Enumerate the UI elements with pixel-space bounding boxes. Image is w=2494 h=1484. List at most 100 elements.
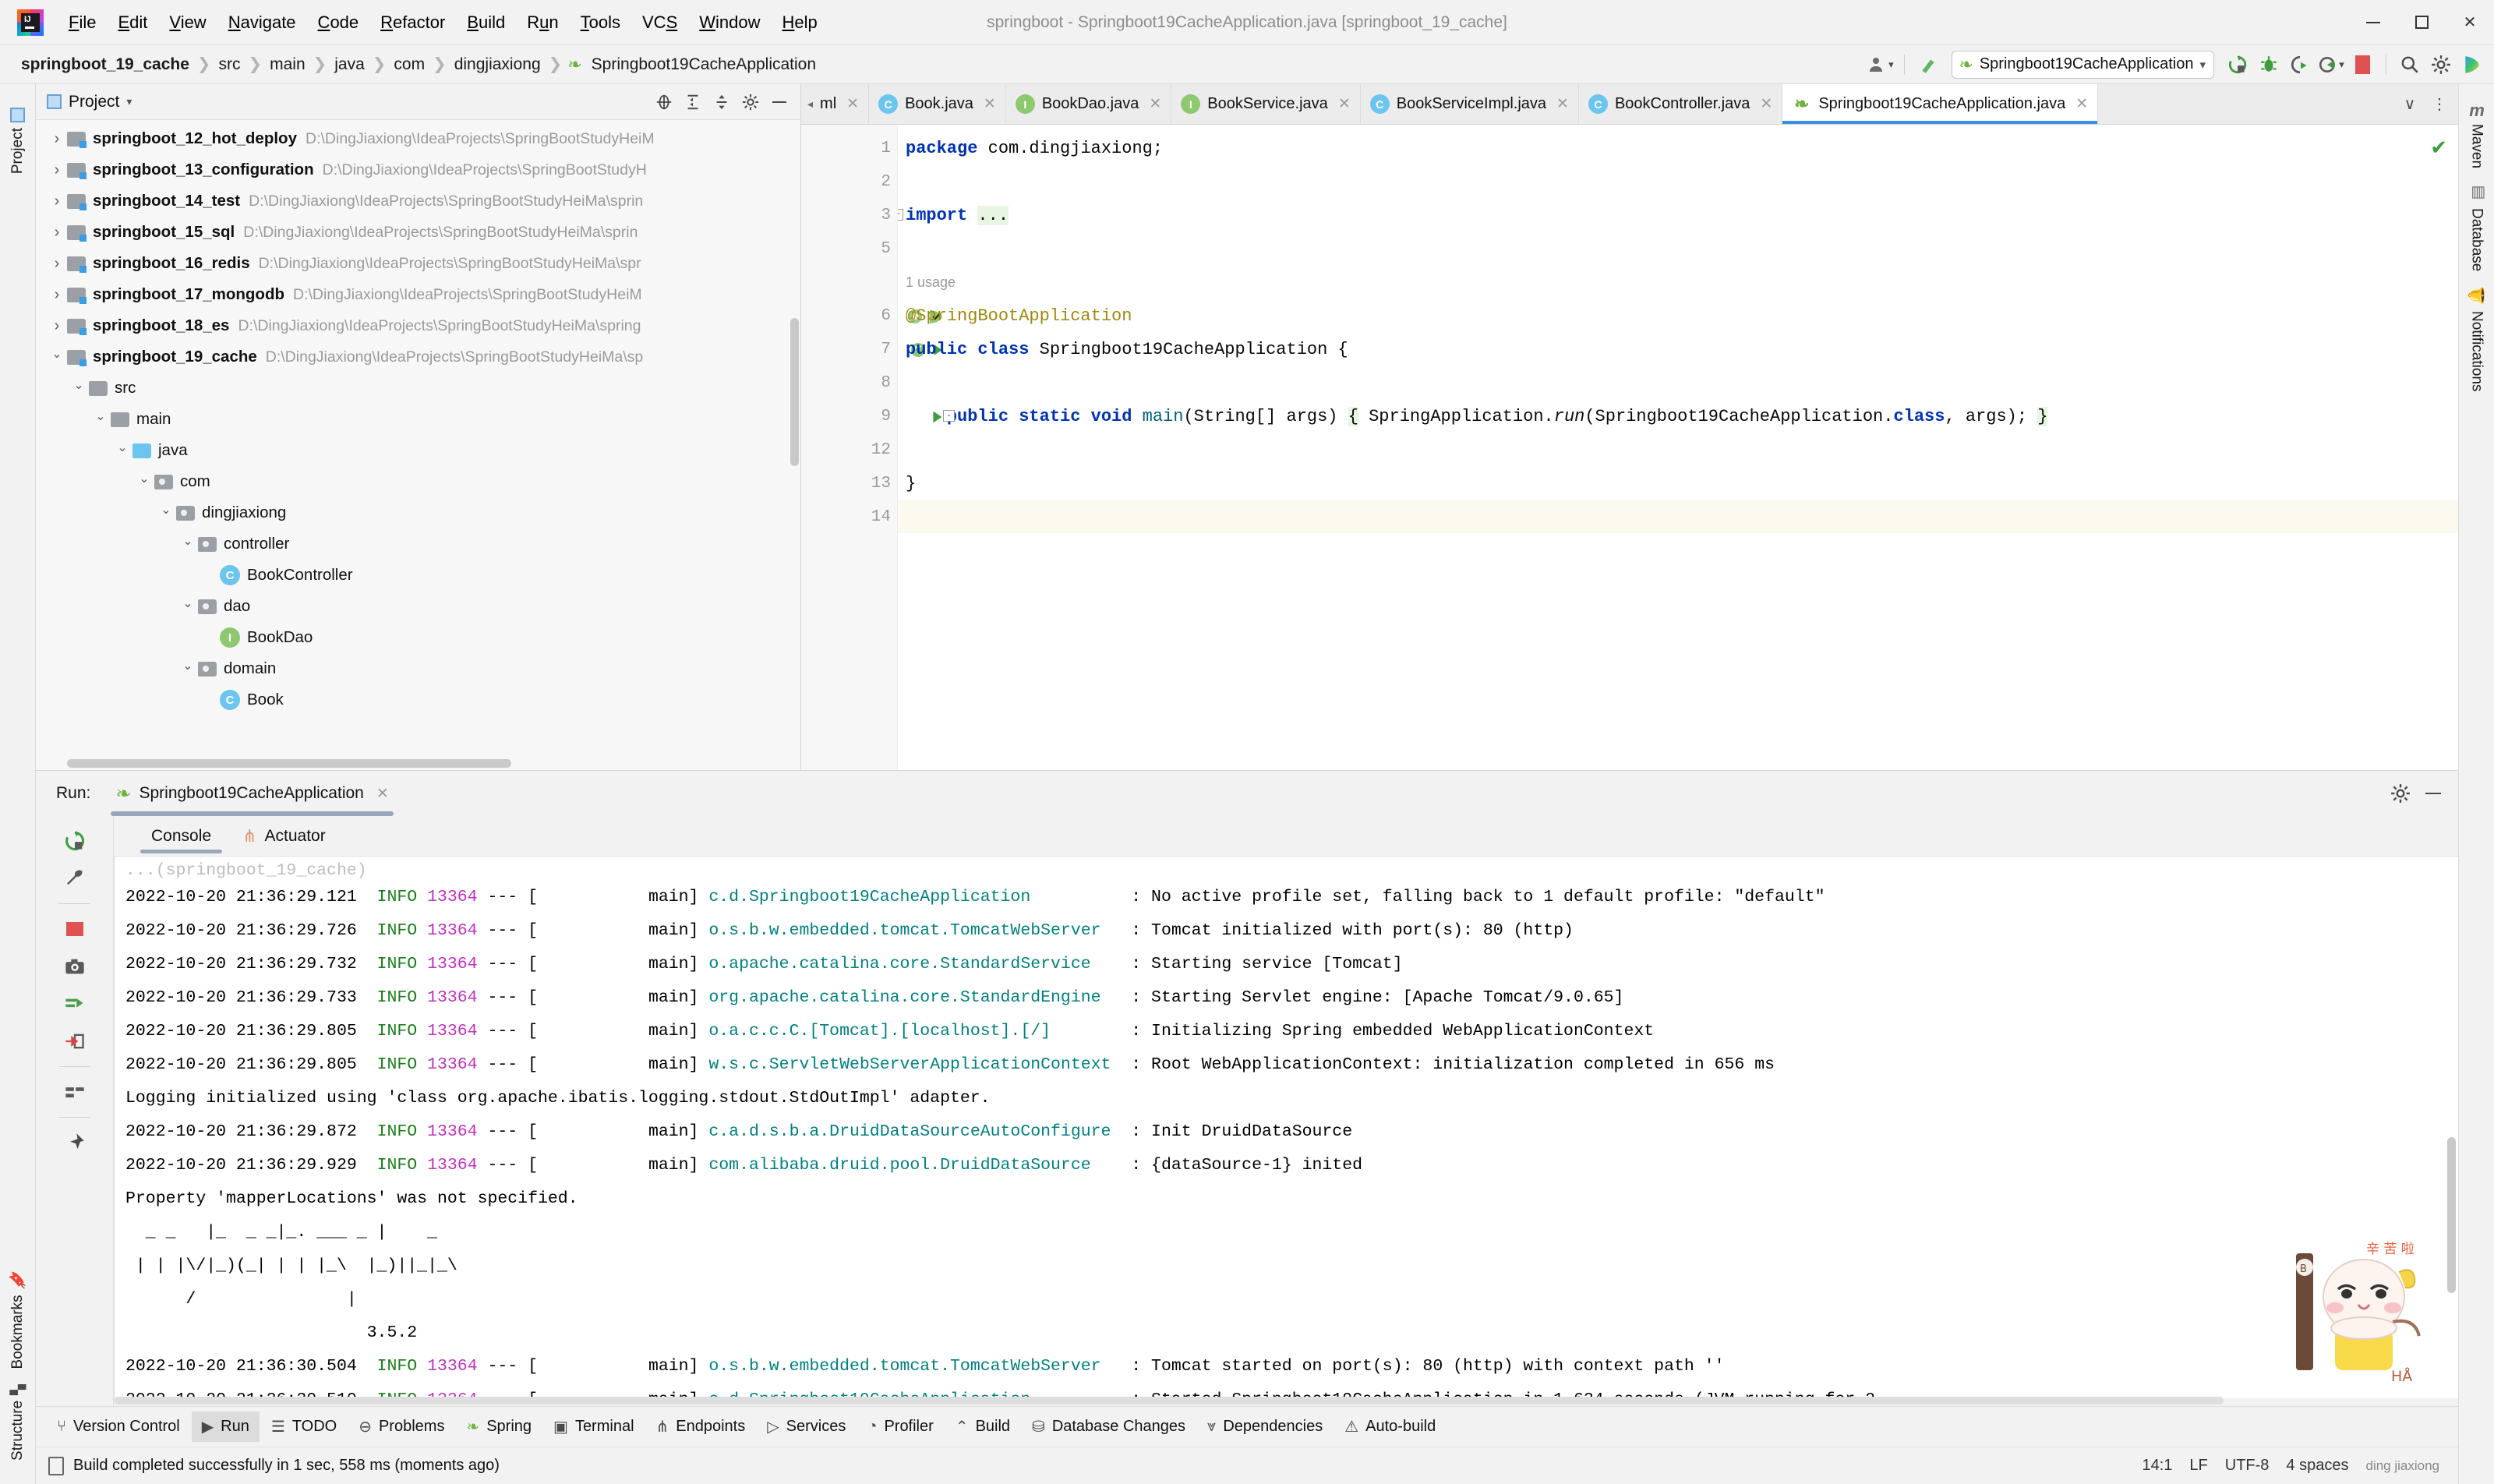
tree-expander-open[interactable] <box>178 536 198 552</box>
breadcrumb-item-0[interactable]: springboot_19_cache <box>17 54 193 76</box>
console-output[interactable]: ...(springboot_19_cache) 2022-10-20 21:36… <box>114 857 2458 1399</box>
tab-actuator[interactable]: ⋔ Actuator <box>227 819 341 853</box>
close-icon[interactable]: ✕ <box>1338 95 1351 113</box>
menu-help[interactable]: Help <box>772 9 828 36</box>
settings-gear-icon[interactable] <box>737 89 764 115</box>
export-icon[interactable] <box>58 1024 92 1058</box>
tool-window-button-endpoints[interactable]: ⋔ Endpoints <box>646 1412 756 1442</box>
stop-icon[interactable] <box>58 912 92 946</box>
editor-tab[interactable]: C BookController.java ✕ <box>1579 84 1783 124</box>
editor-tab-overflow[interactable]: ◂ ml ✕ <box>801 84 870 124</box>
tree-expander-closed[interactable] <box>47 255 67 273</box>
rerun-icon[interactable] <box>58 824 92 858</box>
tree-expander-open[interactable] <box>90 412 111 427</box>
close-icon[interactable]: ✕ <box>1760 95 1772 113</box>
tool-window-button-version-control[interactable]: ⑂ Version Control <box>47 1412 190 1441</box>
project-tree[interactable]: springboot_12_hot_deploy D:\DingJiaxiong\… <box>36 120 800 770</box>
tree-node[interactable]: I BookDao <box>36 622 800 653</box>
close-icon[interactable]: ✕ <box>2075 95 2088 113</box>
usage-hint[interactable]: 1 usage <box>906 274 956 291</box>
editor-gutter[interactable]: 1 2 3 5 6 7 8 9 12 13 14 <box>801 125 942 770</box>
tree-node[interactable]: main <box>36 404 800 435</box>
tree-expander-closed[interactable] <box>47 161 67 179</box>
sidebar-item-database[interactable]: ▤ Database <box>2466 176 2488 279</box>
sidebar-item-project[interactable]: Project <box>8 100 28 182</box>
settings-gear-icon[interactable] <box>2386 779 2415 807</box>
breadcrumb-item-1[interactable]: src <box>215 54 245 76</box>
menu-run[interactable]: Run <box>516 9 569 36</box>
edit-configuration-wrench-icon[interactable] <box>58 861 92 896</box>
project-tree-horizontal-scrollbar[interactable] <box>67 759 511 768</box>
tool-window-button-profiler[interactable]: ◔ Profiler <box>857 1412 943 1441</box>
close-icon[interactable]: ✕ <box>1149 95 1161 113</box>
build-hammer-icon[interactable] <box>1914 51 1942 79</box>
menu-refactor[interactable]: Refactor <box>369 9 456 36</box>
tree-node[interactable]: dingjiaxiong <box>36 497 800 528</box>
folded-imports[interactable]: ... <box>977 206 1009 225</box>
code-text[interactable]: package com.dingjiaxiong; + import ... 1… <box>898 125 2458 770</box>
tree-node[interactable]: springboot_16_redis D:\DingJiaxiong\IdeaP… <box>36 248 800 279</box>
close-icon[interactable]: ✕ <box>984 95 996 113</box>
console-horizontal-scrollbar[interactable] <box>114 1397 2224 1404</box>
caret-position[interactable]: 14:1 <box>2142 1457 2172 1475</box>
tree-expander-closed[interactable] <box>47 193 67 210</box>
run-configuration-selector[interactable]: ❧ Springboot19CacheApplication ▾ <box>1952 50 2214 79</box>
editor-tab[interactable]: I BookDao.java ✕ <box>1006 84 1172 124</box>
fold-collapse-icon[interactable]: - <box>943 410 955 422</box>
ide-assistant-icon[interactable] <box>2458 51 2486 79</box>
code-editor[interactable]: 1 2 3 5 6 7 8 9 12 13 14 package com.din… <box>801 125 2458 770</box>
tab-list-dropdown-icon[interactable]: ∨ <box>2396 90 2424 118</box>
tree-expander-closed[interactable] <box>47 224 67 242</box>
tree-node[interactable]: springboot_18_es D:\DingJiaxiong\IdeaProj… <box>36 310 800 341</box>
tree-node[interactable]: springboot_15_sql D:\DingJiaxiong\IdeaPro… <box>36 217 800 248</box>
more-options-icon[interactable]: ⋮ <box>2425 90 2453 118</box>
tree-expander-open[interactable] <box>156 505 176 521</box>
tree-node[interactable]: domain <box>36 653 800 684</box>
menu-window[interactable]: Window <box>688 9 771 36</box>
close-icon[interactable]: ✕ <box>1556 95 1569 113</box>
run-configuration-tab[interactable]: ❧ Springboot19CacheApplication ✕ <box>108 779 396 816</box>
sidebar-item-bookmarks[interactable]: Bookmarks 🔖 <box>7 1263 29 1376</box>
minimize-button[interactable] <box>2349 0 2397 45</box>
line-separator[interactable]: LF <box>2189 1457 2207 1475</box>
tree-node[interactable]: springboot_13_configuration D:\DingJiaxio… <box>36 154 800 186</box>
tree-expander-closed[interactable] <box>47 130 67 148</box>
tab-console[interactable]: Console <box>136 820 227 853</box>
debug-icon[interactable] <box>2255 51 2283 79</box>
tree-node[interactable]: dao <box>36 591 800 622</box>
sidebar-item-structure[interactable]: Structure ▚ <box>8 1376 28 1468</box>
close-icon[interactable]: ✕ <box>376 785 389 803</box>
menu-code[interactable]: Code <box>307 9 370 36</box>
menu-edit[interactable]: Edit <box>107 9 158 36</box>
editor-tab[interactable]: C BookServiceImpl.java ✕ <box>1361 84 1579 124</box>
tree-expander-open[interactable] <box>47 349 67 365</box>
tree-expander-open[interactable] <box>178 599 198 614</box>
editor-tab[interactable]: C Book.java ✕ <box>869 84 1006 124</box>
run-coverage-icon[interactable]: ▾ <box>2317 51 2345 79</box>
fold-expand-icon[interactable]: + <box>898 209 903 221</box>
menu-vcs[interactable]: VCS <box>631 9 688 36</box>
pin-tab-icon[interactable] <box>58 1125 92 1160</box>
tool-window-button-terminal[interactable]: ▣ Terminal <box>543 1412 644 1442</box>
tree-expander-open[interactable] <box>178 661 198 677</box>
hide-panel-icon[interactable] <box>766 89 793 115</box>
breadcrumb-item-3[interactable]: java <box>330 54 369 76</box>
breadcrumb-item-4[interactable]: com <box>390 54 429 76</box>
tree-expander-open[interactable] <box>69 380 89 396</box>
tool-window-button-todo[interactable]: ☰ TODO <box>261 1412 347 1442</box>
breadcrumb-item-5[interactable]: dingjiaxiong <box>450 54 545 76</box>
soft-wrap-icon[interactable] <box>58 1075 92 1109</box>
tree-node[interactable]: springboot_17_mongodb D:\DingJiaxiong\Ide… <box>36 279 800 310</box>
hide-panel-icon[interactable] <box>2419 779 2447 807</box>
run-with-profiler-icon[interactable] <box>2286 51 2314 79</box>
maximize-button[interactable] <box>2397 0 2446 45</box>
tool-window-button-problems[interactable]: ⊖ Problems <box>348 1412 454 1442</box>
menu-file[interactable]: FFileile <box>58 9 107 36</box>
tree-node[interactable]: springboot_19_cache D:\DingJiaxiong\IdeaP… <box>36 341 800 373</box>
tree-expander-open[interactable] <box>134 474 154 489</box>
editor-tab[interactable]: I BookService.java ✕ <box>1171 84 1361 124</box>
tree-node[interactable]: C Book <box>36 684 800 716</box>
inspection-status-icon[interactable]: ✔ <box>2430 136 2447 160</box>
sidebar-item-notifications[interactable]: 🔔 Notifications <box>2466 279 2488 400</box>
collapse-all-icon[interactable] <box>708 89 735 115</box>
